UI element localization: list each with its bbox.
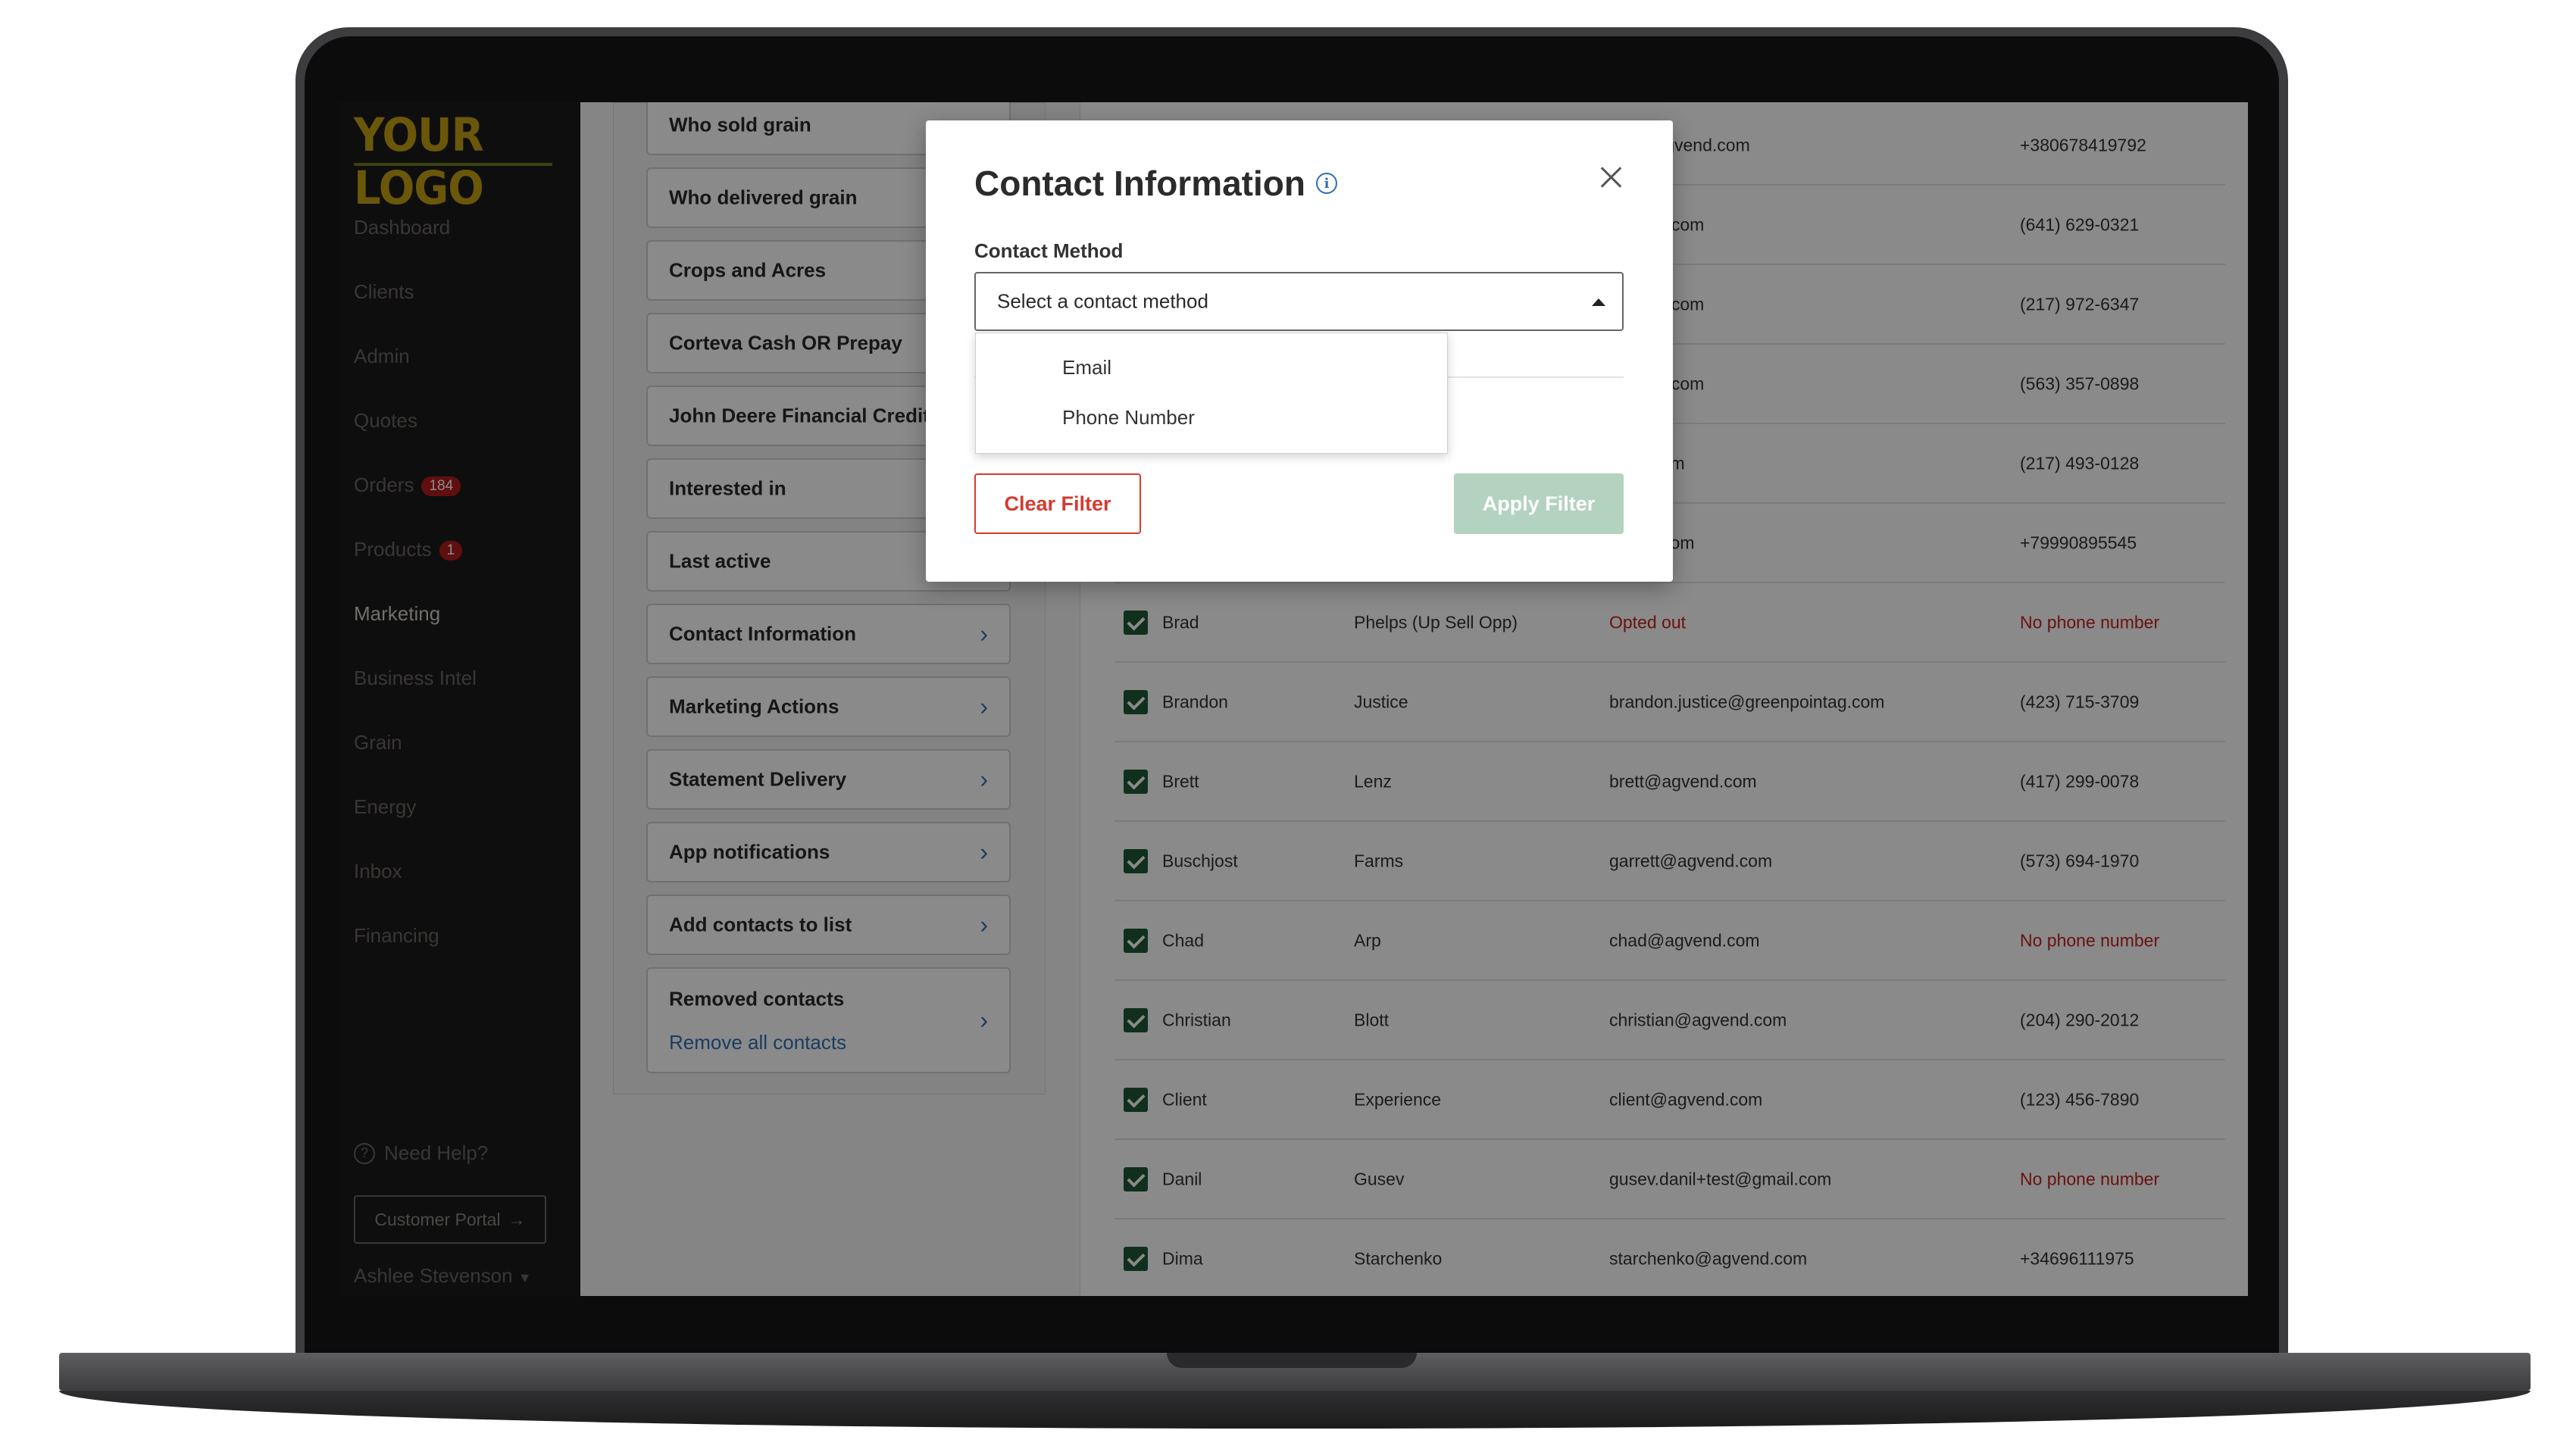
contact-method-dropdown: Email Phone Number bbox=[975, 333, 1448, 454]
contact-method-select[interactable]: Select a contact method bbox=[974, 272, 1624, 331]
caret-up-icon bbox=[1592, 298, 1605, 306]
app-screen: YOUR LOGO Dashboard Clients Admin Quotes Ord… bbox=[340, 102, 2248, 1296]
modal-title-text: Contact Information bbox=[974, 164, 1305, 203]
clear-filter-button[interactable]: Clear Filter bbox=[974, 473, 1141, 534]
apply-filter-button[interactable]: Apply Filter bbox=[1454, 473, 1624, 534]
contact-method-select-value: Select a contact method bbox=[997, 289, 1208, 313]
info-icon[interactable]: i bbox=[1315, 173, 1337, 194]
laptop-base-lip bbox=[59, 1391, 2531, 1429]
option-email[interactable]: Email bbox=[1062, 356, 1111, 379]
laptop-notch bbox=[1167, 1353, 1417, 1368]
modal-title: Contact Information i bbox=[974, 163, 1337, 204]
contact-information-modal: Contact Information i Contact Method Sel… bbox=[926, 120, 1673, 582]
close-icon[interactable] bbox=[1597, 163, 1626, 192]
contact-method-label: Contact Method bbox=[974, 239, 1124, 262]
option-phone-number[interactable]: Phone Number bbox=[1062, 406, 1195, 429]
